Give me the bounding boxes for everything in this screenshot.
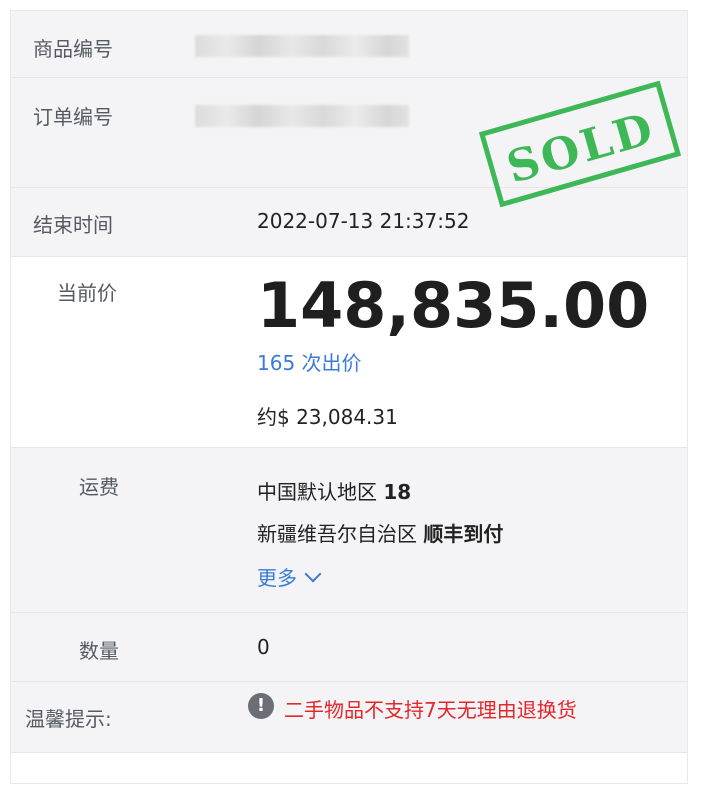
shipping-fee-2: 顺丰到付 <box>423 522 504 546</box>
bid-count-link[interactable]: 165 次出价 <box>257 347 362 376</box>
shipping-region-2: 新疆维吾尔自治区 <box>257 522 417 546</box>
shipping-region-1: 中国默认地区 <box>257 480 377 504</box>
current-price-label: 当前价 <box>57 281 117 305</box>
end-time-label: 结束时间 <box>33 213 113 237</box>
order-id-label: 订单编号 <box>33 105 113 129</box>
more-label: 更多 <box>257 566 297 590</box>
approx-usd-price: 约$ 23,084.31 <box>257 405 398 429</box>
chevron-down-icon <box>304 565 322 583</box>
item-id-label: 商品编号 <box>33 37 113 61</box>
shipping-line-2: 新疆维吾尔自治区 顺丰到付 <box>257 518 503 547</box>
shipping-more-button[interactable]: 更多 <box>257 562 322 591</box>
notice-text: 二手物品不支持7天无理由退换货 <box>284 698 577 722</box>
quantity-label: 数量 <box>79 639 119 663</box>
shipping-line-1: 中国默认地区 18 <box>257 476 411 505</box>
divider <box>11 256 687 257</box>
shipping-fee-1: 18 <box>383 480 412 504</box>
order-id-redacted <box>195 105 409 127</box>
item-id-redacted <box>195 35 409 57</box>
notice-label: 温馨提示: <box>25 707 112 731</box>
current-price-value: 148,835.00 <box>257 269 650 342</box>
end-time-value: 2022-07-13 21:37:52 <box>257 209 470 233</box>
divider <box>11 752 687 753</box>
warning-icon: ! <box>248 693 274 719</box>
shipping-label: 运费 <box>79 475 119 499</box>
quantity-value: 0 <box>257 635 270 659</box>
divider <box>11 77 687 78</box>
